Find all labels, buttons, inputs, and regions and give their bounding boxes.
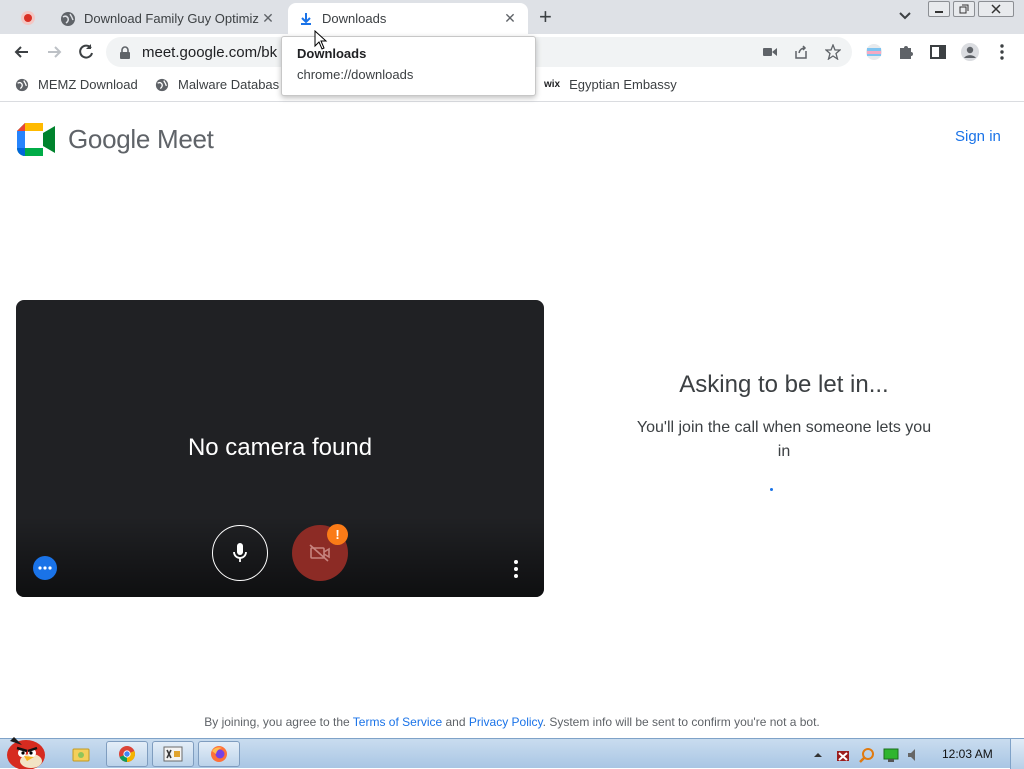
firefox-icon: [211, 746, 227, 762]
video-control-shade: [16, 517, 544, 597]
video-preview: No camera found !: [16, 300, 544, 597]
privacy-policy-link[interactable]: Privacy Policy: [469, 715, 543, 729]
tab-family-guy[interactable]: Download Family Guy Optimiz ✕: [52, 3, 284, 34]
download-icon: [301, 12, 311, 25]
profile-avatar-icon[interactable]: [960, 42, 980, 62]
extension-profile-icon[interactable]: [864, 42, 884, 62]
visual-effects-button[interactable]: [33, 556, 57, 580]
footer-prefix: By joining, you agree to the: [204, 715, 350, 729]
tab-strip: Download Family Guy Optimiz ✕ Downloads …: [0, 0, 1024, 34]
tab-title: Downloads: [322, 11, 387, 26]
minimize-icon: [935, 11, 943, 13]
legal-footer: By joining, you agree to the Terms of Se…: [0, 715, 1024, 729]
volume-icon[interactable]: [906, 747, 922, 763]
restore-button[interactable]: [953, 1, 975, 17]
back-arrow-icon[interactable]: [12, 42, 32, 62]
search-tray-icon[interactable]: [859, 747, 875, 763]
record-icon[interactable]: [20, 10, 36, 26]
bookmark-label: Malware Databas: [178, 77, 280, 92]
close-icon: [991, 4, 1001, 14]
globe-icon: [15, 78, 29, 91]
globe-icon: [61, 11, 75, 26]
bookmark-label: MEMZ Download: [38, 77, 138, 92]
start-button-angry-bird-icon[interactable]: [0, 731, 50, 769]
close-window-button[interactable]: [978, 1, 1014, 17]
side-panel-icon[interactable]: [928, 42, 948, 62]
camera-off-icon: [309, 544, 330, 562]
no-camera-message: No camera found: [187, 434, 373, 461]
chrome-menu-icon[interactable]: [992, 42, 1012, 62]
more-vertical-icon: [514, 560, 518, 578]
camera-warning-icon[interactable]: !: [327, 524, 348, 545]
terms-of-service-link[interactable]: Terms of Service: [353, 715, 442, 729]
sign-in-link[interactable]: Sign in: [955, 128, 1001, 145]
globe-icon: [155, 78, 169, 91]
bookmark-memz[interactable]: MEMZ Download: [15, 77, 138, 92]
footer-and: and: [445, 715, 466, 729]
wix-icon: wix: [544, 79, 561, 90]
loading-spinner: [770, 488, 773, 491]
camera-in-use-icon[interactable]: [763, 47, 777, 57]
forward-arrow-icon[interactable]: [44, 42, 64, 62]
explorer-folder-icon[interactable]: [72, 745, 90, 763]
bookmark-label: Egyptian Embassy: [569, 77, 677, 92]
share-icon[interactable]: [793, 44, 809, 60]
url-text[interactable]: meet.google.com/bk: [142, 44, 277, 61]
windows-taskbar: 12:03 AM: [0, 737, 1024, 769]
system-clock[interactable]: 12:03 AM: [942, 747, 993, 761]
restore-icon: [959, 4, 969, 14]
microphone-toggle-button[interactable]: [212, 525, 268, 581]
show-desktop-button[interactable]: [1010, 739, 1024, 769]
status-message: You'll join the call when someone lets y…: [636, 419, 932, 460]
mouse-cursor-icon: [314, 30, 328, 50]
lock-icon[interactable]: [119, 46, 131, 59]
chrome-icon: [119, 746, 135, 762]
reload-icon[interactable]: [76, 42, 96, 62]
tab-search-icon[interactable]: [898, 11, 912, 21]
status-title: Asking to be let in...: [679, 371, 889, 398]
meet-page: Google Meet Sign in No camera found ! As…: [0, 103, 1024, 738]
bookmark-malware-database[interactable]: Malware Databas: [155, 77, 279, 92]
tooltip-title: Downloads: [297, 46, 367, 61]
bookmark-egyptian-embassy[interactable]: wix Egyptian Embassy: [544, 77, 677, 92]
tooltip-url: chrome://downloads: [297, 67, 414, 82]
meet-brand-text: Google Meet: [68, 124, 214, 154]
bookmark-star-icon[interactable]: [825, 44, 841, 60]
new-tab-button[interactable]: +: [539, 4, 552, 30]
close-tab-icon[interactable]: ✕: [502, 10, 518, 27]
extensions-puzzle-icon[interactable]: [896, 42, 916, 62]
more-horizontal-icon: [38, 566, 52, 570]
security-alert-icon[interactable]: [835, 747, 851, 763]
close-tab-icon[interactable]: ✕: [260, 10, 276, 27]
microphone-icon: [233, 543, 247, 562]
minimize-button[interactable]: [928, 1, 950, 17]
show-hidden-icons-icon[interactable]: [812, 747, 824, 763]
google-meet-logo-icon: [17, 123, 55, 156]
network-monitor-icon[interactable]: [883, 747, 899, 763]
more-options-button[interactable]: [507, 558, 525, 580]
footer-suffix: . System info will be sent to confirm yo…: [542, 715, 820, 729]
taskbar-chrome-button[interactable]: [106, 741, 148, 767]
taskbar-firefox-button[interactable]: [198, 741, 240, 767]
taskbar-xp-app-button[interactable]: [152, 741, 194, 767]
app-window-icon: [163, 746, 183, 762]
tab-title: Download Family Guy Optimiz: [84, 11, 259, 26]
